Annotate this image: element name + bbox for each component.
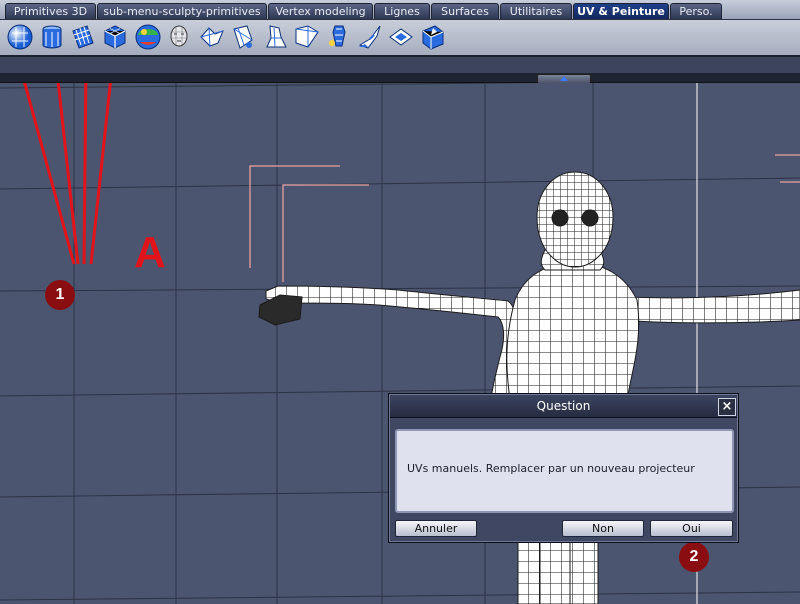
uv-projector-icon[interactable] — [293, 23, 321, 51]
uv-stitch-icon[interactable] — [419, 23, 447, 51]
uv-plane-icon[interactable] — [69, 23, 97, 51]
question-dialog: Question × UVs manuels. Remplacer par un… — [388, 393, 739, 543]
yes-button[interactable]: Oui — [650, 520, 733, 537]
tab-sub-menu-sculpty-primitives[interactable]: sub-menu-sculpty-primitives — [97, 3, 267, 19]
dialog-message-box: UVs manuels. Remplacer par un nouveau pr… — [395, 429, 734, 513]
annotation-badge-1: 1 — [45, 280, 75, 310]
tab-perso[interactable]: Perso. — [670, 3, 722, 19]
uv-relax-icon[interactable] — [325, 23, 353, 51]
uv-head-icon[interactable] — [165, 23, 193, 51]
tab-lignes[interactable]: Lignes — [374, 3, 430, 19]
toolbar-sub-strip — [0, 57, 800, 73]
tab-vertex-modeling[interactable]: Vertex modeling — [268, 3, 373, 19]
uv-cylinder-icon[interactable] — [38, 23, 66, 51]
uv-pelt-icon[interactable] — [262, 23, 290, 51]
dialog-message: UVs manuels. Remplacer par un nouveau pr… — [407, 462, 695, 475]
uv-sphere-icon[interactable] — [6, 23, 34, 51]
tab-utilitaires[interactable]: Utilitaires — [500, 3, 572, 19]
uv-cut-icon[interactable] — [387, 23, 415, 51]
tab-surfaces[interactable]: Surfaces — [431, 3, 499, 19]
annotation-badge-2: 2 — [679, 542, 709, 572]
uv-paint-brush-icon[interactable] — [356, 23, 384, 51]
uv-unfold-icon[interactable] — [198, 23, 226, 51]
annotation-arrows — [23, 83, 112, 265]
toolbar — [0, 20, 800, 57]
tab-bar: Primitives 3D sub-menu-sculpty-primitive… — [0, 0, 800, 20]
no-button[interactable]: Non — [562, 520, 644, 537]
uv-cube-icon[interactable] — [101, 23, 129, 51]
dialog-titlebar[interactable]: Question × — [390, 395, 737, 418]
uv-paint-sphere-icon[interactable] — [134, 23, 162, 51]
panel-divider — [0, 73, 800, 83]
dialog-title: Question — [536, 399, 591, 413]
close-icon[interactable]: × — [718, 398, 736, 416]
cancel-button[interactable]: Annuler — [395, 520, 477, 537]
uv-flatten-icon[interactable] — [229, 23, 257, 51]
annotation-letter: A — [134, 228, 166, 277]
pink-outlines — [249, 154, 800, 282]
tab-primitives-3d[interactable]: Primitives 3D — [5, 3, 96, 19]
tab-uv-peinture[interactable]: UV & Peinture — [573, 3, 669, 19]
